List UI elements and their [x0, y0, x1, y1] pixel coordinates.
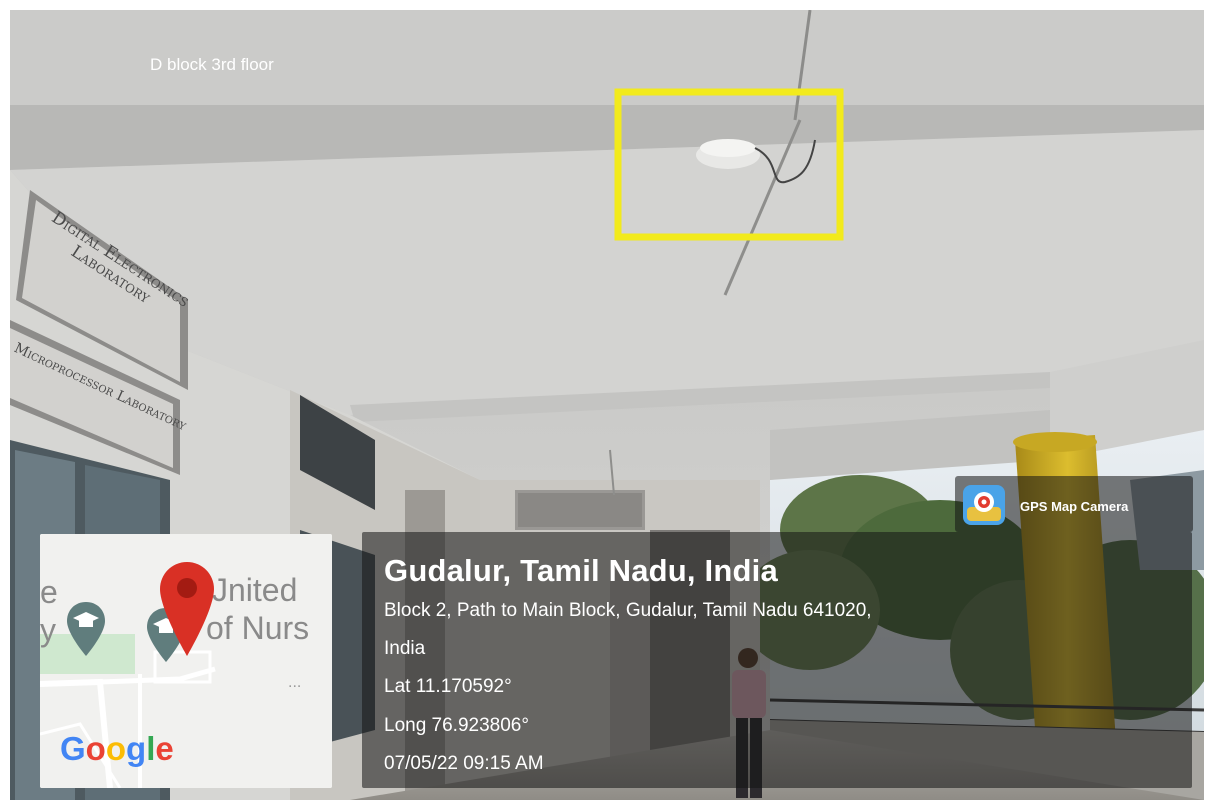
- address-line: Block 2, Path to Main Block, Gudalur, Ta…: [384, 600, 872, 621]
- map-thumbnail[interactable]: e y Jnited of Nurs ... Google: [40, 534, 332, 788]
- map-label-fragment: y: [40, 612, 56, 648]
- photo-frame: Digital Electronics Laboratory Microproc…: [0, 0, 1214, 810]
- photo-caption: D block 3rd floor: [150, 55, 274, 74]
- datetime-text: 07/05/22 09:15 AM: [384, 753, 544, 774]
- address-line: India: [384, 638, 426, 659]
- latitude-text: Lat 11.170592°: [384, 676, 512, 697]
- longitude-text: Long 76.923806°: [384, 715, 529, 736]
- map-pin-icon: [158, 560, 216, 658]
- google-logo: Google: [60, 730, 174, 767]
- map-label-fragment: e: [40, 574, 58, 610]
- map-place-label: Jnited: [212, 572, 298, 608]
- app-logo-icon: [963, 485, 1005, 525]
- graduation-cap-icon: [65, 600, 107, 658]
- location-title: Gudalur, Tamil Nadu, India: [384, 553, 778, 588]
- map-more-dots[interactable]: ...: [288, 674, 301, 692]
- map-place-label: of Nurs: [206, 610, 310, 646]
- app-name: GPS Map Camera: [1020, 499, 1129, 514]
